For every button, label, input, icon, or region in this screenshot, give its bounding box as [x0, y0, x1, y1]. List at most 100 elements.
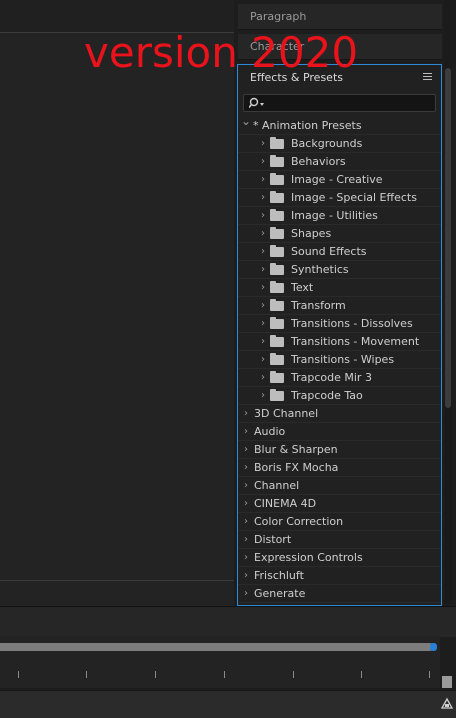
timeline-tick	[293, 671, 294, 678]
chevron-right-icon[interactable]: ›	[241, 495, 251, 512]
folder-icon	[270, 227, 284, 239]
tree-item-effect-category[interactable]: › Frischluft	[238, 567, 441, 585]
tree-item-label: Transform	[291, 299, 346, 312]
work-area-end-handle[interactable]	[430, 643, 437, 651]
tree-item-preset-folder[interactable]: › Image - Special Effects	[238, 189, 441, 207]
tree-item-label: Generate	[254, 587, 306, 600]
chevron-right-icon[interactable]: ›	[258, 351, 268, 368]
navigator-icon[interactable]	[440, 696, 454, 710]
chevron-right-icon[interactable]: ›	[258, 333, 268, 350]
timeline-tick	[18, 671, 19, 678]
composition-viewer[interactable]	[0, 0, 234, 606]
tree-item-effect-category[interactable]: › Generate	[238, 585, 441, 603]
folder-icon	[270, 137, 284, 149]
tree-item-label: Blur & Sharpen	[254, 443, 338, 456]
tree-item-preset-folder[interactable]: › Transitions - Dissolves	[238, 315, 441, 333]
tree-item-effect-category[interactable]: › CINEMA 4D	[238, 495, 441, 513]
timeline-tick	[86, 671, 87, 678]
folder-icon	[270, 317, 284, 329]
tree-item-label: Channel	[254, 479, 300, 492]
timeline-footer	[0, 690, 456, 718]
chevron-right-icon[interactable]: ›	[241, 423, 251, 440]
chevron-right-icon[interactable]: ›	[258, 279, 268, 296]
tree-item-label: Distort	[254, 533, 292, 546]
chevron-right-icon[interactable]: ›	[241, 459, 251, 476]
tree-item-preset-folder[interactable]: › Sound Effects	[238, 243, 441, 261]
tree-item-label: Image - Utilities	[291, 209, 378, 222]
version-overlay-text: version 2020	[84, 28, 359, 77]
tree-item-effect-category[interactable]: › Color Correction	[238, 513, 441, 531]
tree-item-label: Sound Effects	[291, 245, 367, 258]
chevron-right-icon[interactable]: ›	[241, 405, 251, 422]
chevron-right-icon[interactable]: ›	[258, 171, 268, 188]
chevron-right-icon[interactable]: ›	[241, 549, 251, 566]
chevron-right-icon[interactable]: ›	[258, 387, 268, 404]
tree-item-preset-folder[interactable]: › Trapcode Tao	[238, 387, 441, 405]
folder-icon	[270, 263, 284, 275]
chevron-right-icon[interactable]: ›	[241, 477, 251, 494]
scrollbar-thumb[interactable]	[445, 68, 451, 408]
tree-item-preset-folder[interactable]: › Shapes	[238, 225, 441, 243]
tree-item-preset-folder[interactable]: › Transitions - Movement	[238, 333, 441, 351]
chevron-right-icon[interactable]: ›	[258, 297, 268, 314]
tree-item-label: Backgrounds	[291, 137, 363, 150]
tree-item-effect-category[interactable]: › Distort	[238, 531, 441, 549]
folder-icon	[270, 173, 284, 185]
folder-icon	[270, 281, 284, 293]
tree-item-label: Transitions - Movement	[291, 335, 420, 348]
search-input[interactable]	[243, 94, 436, 112]
chevron-right-icon[interactable]: ›	[241, 513, 251, 530]
tree-item-label: Transitions - Dissolves	[291, 317, 413, 330]
chevron-right-icon[interactable]: ›	[258, 189, 268, 206]
tree-item-preset-folder[interactable]: › Text	[238, 279, 441, 297]
work-area-bar[interactable]	[0, 643, 434, 651]
tree-item-label: Text	[291, 281, 314, 294]
tree-item-effect-category[interactable]: › Audio	[238, 423, 441, 441]
tree-item-label: Image - Creative	[291, 173, 383, 186]
panel-tab-paragraph[interactable]: Paragraph	[238, 4, 442, 30]
tree-item-preset-folder[interactable]: › Image - Utilities	[238, 207, 441, 225]
tree-item-preset-folder[interactable]: › Backgrounds	[238, 135, 441, 153]
tree-item-preset-folder[interactable]: › Synthetics	[238, 261, 441, 279]
tree-item-effect-category[interactable]: › Expression Controls	[238, 549, 441, 567]
chevron-right-icon[interactable]: ›	[258, 153, 268, 170]
chevron-right-icon[interactable]: ›	[258, 225, 268, 242]
effects-presets-panel: Effects & Presets ⌄ * Animation Presets › B…	[237, 64, 442, 606]
chevron-right-icon[interactable]: ›	[258, 207, 268, 224]
tree-item-animation-presets[interactable]: ⌄ * Animation Presets	[238, 114, 441, 135]
folder-icon	[270, 371, 284, 383]
tree-item-preset-folder[interactable]: › Image - Creative	[238, 171, 441, 189]
chevron-right-icon[interactable]: ›	[241, 567, 251, 584]
chevron-right-icon[interactable]: ›	[241, 585, 251, 602]
divider	[0, 580, 234, 581]
hamburger-menu-icon[interactable]	[423, 71, 433, 83]
tree-item-label: Frischluft	[254, 569, 304, 582]
chevron-right-icon[interactable]: ›	[258, 315, 268, 332]
tree-item-label: Shapes	[291, 227, 332, 240]
tree-item-preset-folder[interactable]: › Transform	[238, 297, 441, 315]
chevron-right-icon[interactable]: ›	[258, 135, 268, 152]
timeline-header	[0, 606, 456, 637]
tree-item-preset-folder[interactable]: › Behaviors	[238, 153, 441, 171]
chevron-right-icon[interactable]: ›	[258, 369, 268, 386]
folder-icon	[270, 245, 284, 257]
tree-item-label: Synthetics	[291, 263, 349, 276]
chevron-right-icon[interactable]: ›	[258, 243, 268, 260]
folder-icon	[270, 299, 284, 311]
timeline-tick	[224, 671, 225, 678]
tree-item-effect-category[interactable]: › Boris FX Mocha	[238, 459, 441, 477]
chevron-right-icon[interactable]: ›	[241, 531, 251, 548]
tree-item-effect-category[interactable]: › 3D Channel	[238, 405, 441, 423]
chevron-right-icon[interactable]: ›	[258, 261, 268, 278]
timeline-scroll-handle[interactable]	[442, 676, 452, 688]
tree-item-preset-folder[interactable]: › Trapcode Mir 3	[238, 369, 441, 387]
tree-item-effect-category[interactable]: › Blur & Sharpen	[238, 441, 441, 459]
folder-icon	[270, 353, 284, 365]
tree-item-label: Audio	[254, 425, 286, 438]
tree-item-preset-folder[interactable]: › Transitions - Wipes	[238, 351, 441, 369]
tree-item-label: Behaviors	[291, 155, 346, 168]
chevron-right-icon[interactable]: ›	[241, 441, 251, 458]
tree-item-effect-category[interactable]: › Channel	[238, 477, 441, 495]
effects-tree: ⌄ * Animation Presets › Backgrounds › Behavio…	[238, 114, 441, 605]
chevron-down-icon[interactable]: ⌄	[241, 113, 251, 130]
